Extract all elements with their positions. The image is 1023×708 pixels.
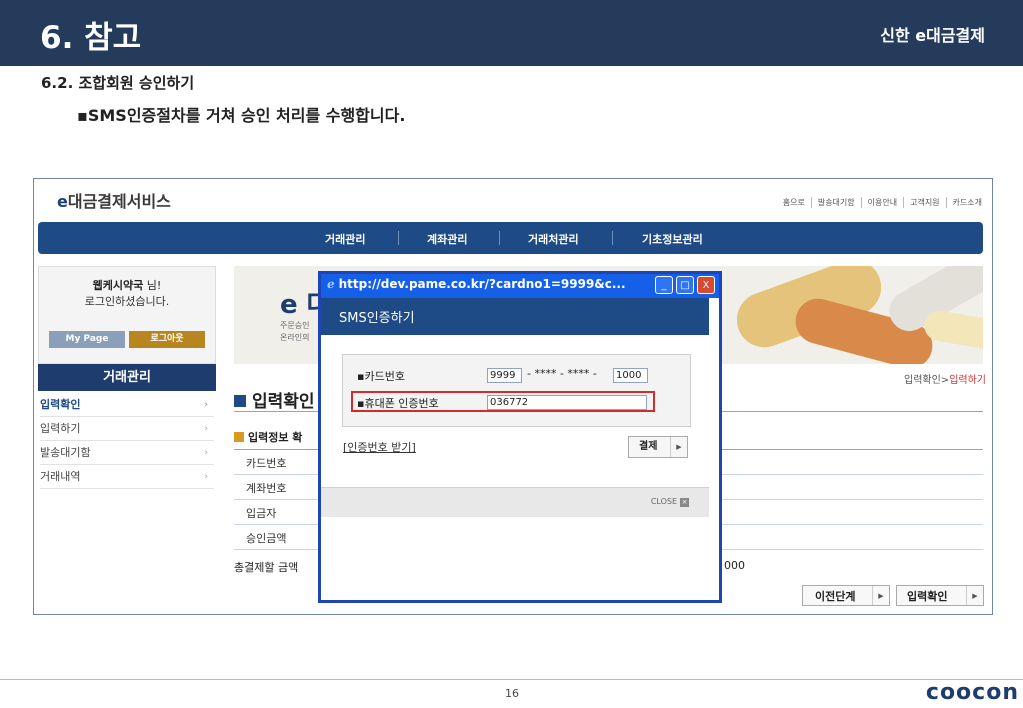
nav-partner[interactable]: 거래처관리 — [528, 231, 579, 247]
top-link-card-info[interactable]: 카드소개 — [945, 197, 988, 208]
side-menu-item-outbox[interactable]: 발송대기함 › — [40, 442, 214, 465]
footer-divider — [0, 679, 1023, 680]
popup-footer: CLOSE × — [321, 487, 709, 517]
page-number: 16 — [505, 687, 519, 700]
phone-auth-code-input[interactable]: 036772 — [487, 395, 647, 410]
top-links: 홈으로 발송대기함 이용안내 고객지원 카드소개 — [777, 197, 988, 208]
arrow-right-icon: ▶ — [670, 437, 687, 457]
user-name: 웹케시약국 — [92, 279, 144, 292]
card-number-part4-input[interactable]: 1000 — [613, 368, 648, 383]
nav-account[interactable]: 계좌관리 — [427, 231, 467, 247]
nav-divider — [612, 231, 613, 245]
sms-auth-form: ▪카드번호 9999 - **** - **** - 1000 ▪휴대폰 인증번… — [342, 354, 691, 427]
confirm-input-button[interactable]: 입력확인 ▶ — [896, 585, 984, 606]
top-link-guide[interactable]: 이용안내 — [860, 197, 903, 208]
popup-title: SMS인증하기 — [339, 311, 415, 326]
title-bullet-icon — [234, 395, 246, 407]
side-menu-title: 거래관리 — [38, 364, 216, 391]
slide-brand: 신한 e대금결제 — [880, 26, 985, 45]
arrow-right-icon: ▶ — [966, 586, 983, 605]
close-window-button[interactable]: X — [697, 276, 715, 294]
popup-header: SMS인증하기 — [321, 298, 709, 335]
top-link-outbox[interactable]: 발송대기함 — [810, 197, 861, 208]
card-number-part1-input[interactable]: 9999 — [487, 368, 522, 383]
nav-divider — [499, 231, 500, 245]
total-label: 총결제할 금액 — [234, 561, 299, 574]
section-heading: 6.2. 조합회원 승인하기 — [41, 74, 195, 92]
maximize-button[interactable]: □ — [676, 276, 694, 294]
page-title: 입력확인 — [234, 387, 315, 412]
popup-titlebar[interactable]: ℯ http://dev.pame.co.kr/?cardno1=9999&c..… — [321, 274, 719, 298]
top-link-home[interactable]: 홈으로 — [777, 197, 811, 208]
nav-basic-info[interactable]: 기초정보관리 — [642, 231, 703, 247]
card-number-mask: - **** - **** - — [527, 367, 597, 380]
subsection-title: 입력정보 확 — [234, 429, 302, 445]
login-message: 로그인하셨습니다. — [84, 295, 170, 308]
chevron-right-icon: › — [204, 448, 208, 458]
side-menu-item-confirm[interactable]: 입력확인 › — [40, 394, 214, 417]
main-navigation: 거래관리 계좌관리 거래처관리 기초정보관리 — [38, 222, 983, 254]
previous-step-button[interactable]: 이전단계 ▶ — [802, 585, 890, 606]
side-menu-item-history[interactable]: 거래내역 › — [40, 466, 214, 489]
close-icon: × — [680, 498, 689, 507]
close-button[interactable]: CLOSE × — [651, 497, 689, 507]
pay-button[interactable]: 결제 ▶ — [628, 436, 688, 458]
company-logo: coocon — [925, 680, 1019, 705]
subtitle-bullet-icon — [234, 432, 244, 442]
total-value: 000 — [724, 559, 745, 572]
slide-header: 6. 참고 신한 e대금결제 — [0, 0, 1023, 66]
top-link-support[interactable]: 고객지원 — [903, 197, 945, 208]
chevron-right-icon: › — [204, 424, 208, 434]
phone-auth-label: ▪휴대폰 인증번호 — [357, 397, 439, 410]
nav-divider — [398, 231, 399, 245]
sms-auth-popup: ℯ http://dev.pame.co.kr/?cardno1=9999&c..… — [318, 271, 722, 603]
nav-transaction[interactable]: 거래관리 — [325, 231, 365, 247]
mypage-button[interactable]: My Page — [49, 331, 125, 348]
site-logo[interactable]: e대금결제서비스 — [57, 188, 171, 212]
login-box: 웹케시약국 님! 로그인하셨습니다. My Page 로그아웃 — [38, 266, 216, 364]
minimize-button[interactable]: _ — [655, 276, 673, 294]
side-menu-item-input[interactable]: 입력하기 › — [40, 418, 214, 441]
breadcrumb: 입력확인>입력하기 — [904, 375, 986, 386]
get-auth-code-link[interactable]: [인증번호 받기] — [343, 439, 416, 455]
arrow-right-icon: ▶ — [872, 586, 889, 605]
card-number-label: ▪카드번호 — [357, 370, 405, 383]
popup-url: http://dev.pame.co.kr/?cardno1=9999&c... — [338, 277, 626, 291]
chevron-right-icon: › — [204, 472, 208, 482]
ie-icon: ℯ — [327, 277, 335, 291]
logout-button[interactable]: 로그아웃 — [129, 331, 205, 348]
slide-title: 6. 참고 — [40, 20, 142, 56]
section-description: ▪SMS인증절차를 거쳐 승인 처리를 수행합니다. — [77, 106, 406, 125]
chevron-right-icon: › — [204, 400, 208, 410]
